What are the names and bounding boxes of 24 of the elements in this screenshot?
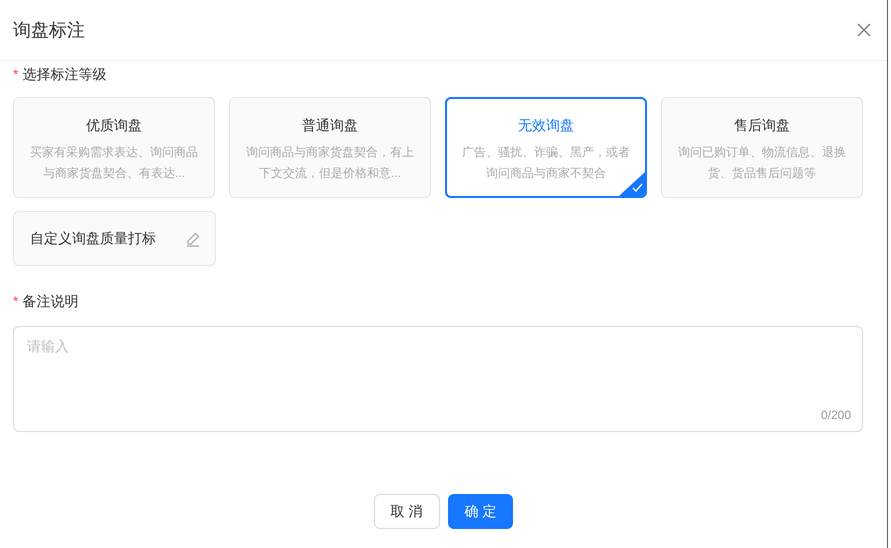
option-title: 售后询盘 <box>733 116 791 135</box>
character-counter: 0/200 <box>820 407 851 424</box>
option-description: 询问商品与商家货盘契合，有上下文交流，但是价格和意... <box>245 144 415 182</box>
field-label: 备注说明 <box>22 293 78 309</box>
required-mark: * <box>13 66 18 82</box>
pencil-icon <box>185 230 201 246</box>
option-description: 买家有采购需求表达、询问商品与商家货盘契合、有表达... <box>29 144 199 182</box>
field-label: 选择标注等级 <box>22 66 106 82</box>
option-card[interactable]: 售后询盘 询问已购订单、物流信息、退换货、货品售后问题等 <box>661 97 863 198</box>
option-title: 优质询盘 <box>85 116 143 135</box>
option-card[interactable]: 优质询盘 买家有采购需求表达、询问商品与商家货盘契合、有表达... <box>13 97 215 198</box>
custom-option-card[interactable]: 自定义询盘质量打标 <box>13 211 216 266</box>
option-card[interactable]: 无效询盘 广告、骚扰、诈骗、黑产，或者询问商品与商家不契合 <box>445 97 647 198</box>
option-description: 广告、骚扰、诈骗、黑产，或者询问商品与商家不契合 <box>461 144 631 182</box>
required-mark: * <box>13 293 18 309</box>
check-corner-icon <box>619 172 645 196</box>
option-title: 普通询盘 <box>301 116 359 135</box>
confirm-button[interactable]: 确 定 <box>448 494 514 529</box>
cancel-button[interactable]: 取 消 <box>374 494 440 529</box>
dialog-title: 询盘标注 <box>13 18 85 42</box>
option-description: 询问已购订单、物流信息、退换货、货品售后问题等 <box>677 144 847 182</box>
option-title: 无效询盘 <box>517 116 575 135</box>
option-card[interactable]: 普通询盘 询问商品与商家货盘契合，有上下文交流，但是价格和意... <box>229 97 431 198</box>
custom-option-label: 自定义询盘质量打标 <box>30 229 156 248</box>
